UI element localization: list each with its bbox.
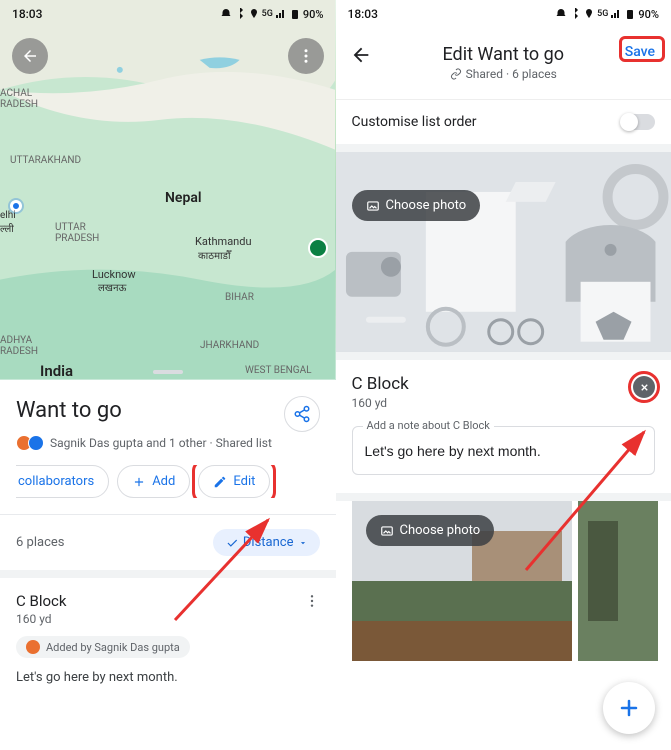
- place-item[interactable]: C Block 160 yd Added by Sagnik Das gupta…: [16, 578, 320, 685]
- add-place-chip[interactable]: Add: [117, 465, 190, 498]
- battery-icon: [289, 8, 301, 20]
- arrow-back-icon: [350, 44, 372, 66]
- choose-photo-button-2[interactable]: Choose photo: [366, 515, 495, 546]
- places-count: 6 places: [16, 535, 64, 550]
- edit-title: Edit Want to go: [442, 44, 564, 65]
- edit-place-distance: 160 yd: [352, 396, 656, 410]
- status-right: 5G 90%: [220, 8, 324, 21]
- list-panel: Want to go Sagnik Das gupta and 1 other …: [0, 380, 336, 750]
- map-label-up: UTTAR PRADESH: [55, 222, 99, 244]
- map-label-kathmandu: Kathmandu: [195, 235, 252, 248]
- place-photo-2[interactable]: [578, 501, 658, 661]
- location-icon: [583, 8, 595, 20]
- place-photo-1[interactable]: Choose photo: [352, 501, 572, 661]
- edit-place-section: C Block 160 yd: [336, 352, 671, 410]
- location-icon: [248, 8, 260, 20]
- edit-highlight-annotation: [192, 465, 276, 498]
- back-button[interactable]: [12, 38, 48, 74]
- link-icon: [450, 68, 462, 80]
- avatar-stack: [16, 435, 44, 451]
- map-label-lucknow-native: लखनऊ: [98, 280, 126, 294]
- signal-icon: [275, 8, 287, 20]
- share-icon: [293, 405, 311, 423]
- cover-photo-area[interactable]: Choose photo: [336, 152, 671, 352]
- map-label-hp: ACHAL RADESH: [0, 88, 38, 110]
- close-highlight-annotation: [628, 371, 660, 403]
- order-toggle[interactable]: [621, 114, 655, 130]
- statusbar-right: 18:03 5G 90%: [336, 0, 671, 28]
- plus-icon: [132, 475, 146, 489]
- thick-divider: [0, 570, 336, 578]
- added-by-chip: Added by Sagnik Das gupta: [16, 636, 190, 658]
- plus-icon: [617, 696, 641, 720]
- list-title: Want to go: [16, 398, 320, 423]
- signal-icon: [610, 8, 622, 20]
- arrow-back-icon: [21, 47, 39, 65]
- phone-edit-list: 18:03 5G 90% Edit Want to go Shared · 6 …: [336, 0, 671, 750]
- phone-maps-list: 18:03 5G 90% Nepal Kathmandu: [0, 0, 336, 750]
- map-viewport[interactable]: Nepal Kathmandu काठमाडौँ Lucknow लखनऊ UT…: [0, 0, 336, 380]
- dnd-icon: [555, 8, 567, 20]
- status-time-r: 18:03: [348, 7, 378, 21]
- share-button[interactable]: [284, 396, 320, 432]
- image-icon: [366, 199, 380, 213]
- avatar-icon: [26, 640, 40, 654]
- map-label-wb: WEST BENGAL: [245, 365, 312, 376]
- place-more-icon[interactable]: [304, 593, 320, 609]
- save-highlight-annotation: [619, 36, 665, 62]
- place-distance: 160 yd: [16, 612, 320, 626]
- place-name: C Block: [16, 592, 67, 610]
- status-time: 18:03: [12, 7, 42, 21]
- statusbar-left: 18:03 5G 90%: [0, 0, 336, 28]
- status-right-r: 5G 90%: [555, 8, 659, 21]
- map-label-nepal: Nepal: [165, 190, 201, 206]
- collaborators-row: Sagnik Das gupta and 1 other · Shared li…: [16, 435, 320, 451]
- map-label-india: India: [40, 362, 73, 380]
- edit-subtitle: Shared · 6 places: [450, 67, 557, 81]
- dnd-icon: [220, 8, 232, 20]
- sheet-drag-handle[interactable]: [153, 370, 183, 374]
- caret-down-icon: [298, 538, 308, 548]
- filter-row: 6 places Distance: [16, 515, 320, 570]
- check-icon: [225, 536, 239, 550]
- map-label-delhi: elhi ल्ली: [0, 210, 16, 235]
- status-battery-r: 90%: [638, 8, 659, 21]
- map-label-bihar: BIHAR: [225, 292, 254, 303]
- order-label: Customise list order: [352, 114, 477, 130]
- photo-thumb-art-2: [578, 501, 658, 661]
- thick-divider-r: [336, 493, 671, 501]
- status-battery: 90%: [303, 8, 324, 21]
- more-vert-icon: [297, 47, 315, 65]
- back-button-r[interactable]: [350, 44, 372, 66]
- hero-placeholder-art: [336, 152, 671, 352]
- image-icon: [380, 524, 394, 538]
- overflow-menu-button[interactable]: [288, 38, 324, 74]
- choose-photo-button[interactable]: Choose photo: [352, 190, 481, 221]
- map-label-kathmandu-native: काठमाडौँ: [198, 248, 231, 262]
- map-label-jh: JHARKHAND: [200, 340, 259, 351]
- collab-text: Sagnik Das gupta and 1 other · Shared li…: [50, 436, 272, 450]
- note-input[interactable]: [365, 443, 643, 459]
- add-fab[interactable]: [603, 682, 655, 734]
- map-label-mp: ADHYA RADESH: [0, 335, 38, 357]
- note-label: Add a note about C Block: [363, 419, 494, 432]
- invite-collaborators-chip[interactable]: ivite collaborators: [16, 465, 109, 498]
- sort-chip[interactable]: Distance: [213, 529, 320, 556]
- note-field[interactable]: Add a note about C Block: [352, 426, 656, 475]
- map-label-uk: UTTARAKHAND: [10, 155, 81, 166]
- place-photos-row: Choose photo: [336, 501, 671, 661]
- bluetooth-icon: [234, 8, 246, 20]
- edit-place-name: C Block: [352, 374, 656, 394]
- bluetooth-icon: [569, 8, 581, 20]
- place-note: Let's go here by next month.: [16, 670, 320, 685]
- customise-order-row[interactable]: Customise list order: [336, 99, 671, 152]
- saved-pin-badge: [308, 238, 328, 258]
- action-chips: ivite collaborators Add Edit: [16, 465, 320, 498]
- battery-icon: [624, 8, 636, 20]
